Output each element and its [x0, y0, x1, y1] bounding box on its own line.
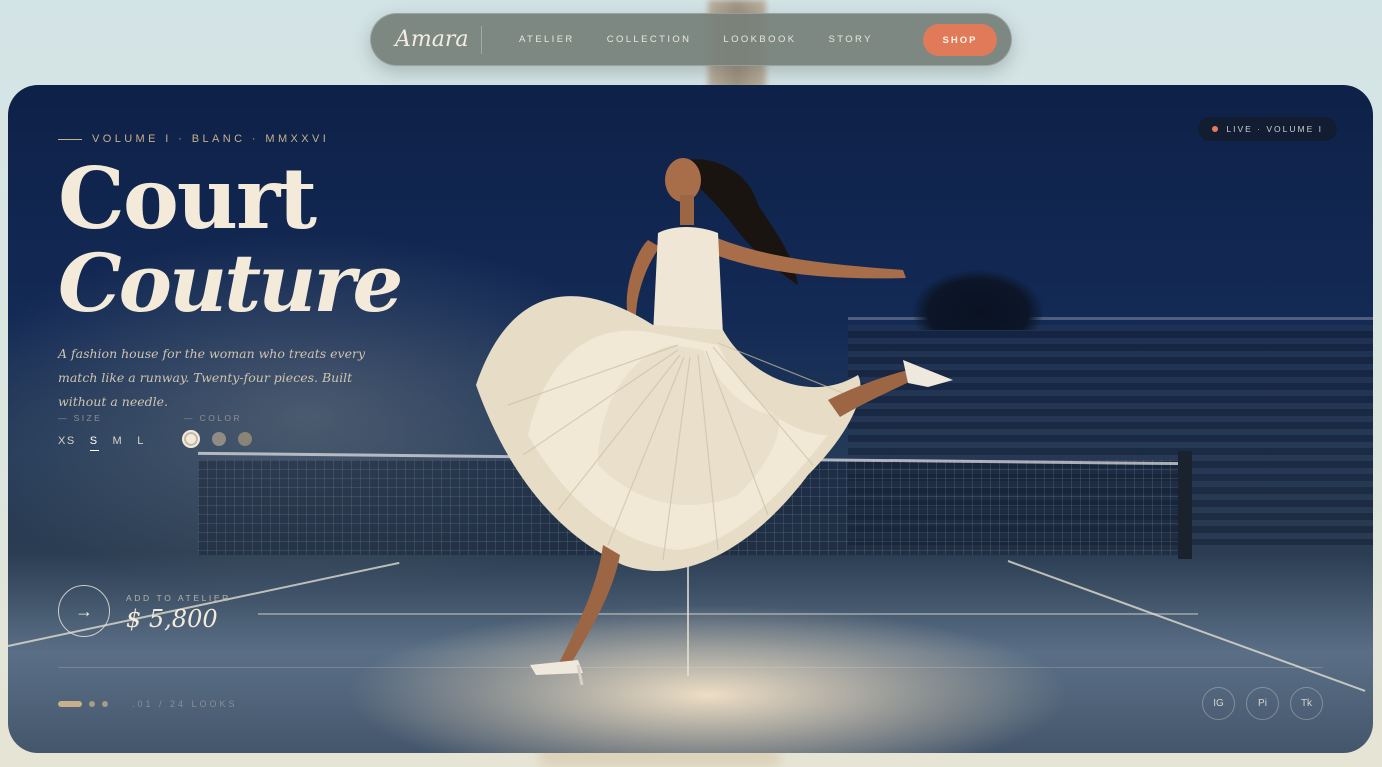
hero-tagline: A fashion house for the woman who treats… — [58, 346, 366, 409]
nav-link-story[interactable]: STORY — [828, 34, 872, 45]
hero-title-line1: Court — [58, 149, 317, 248]
brand-logo[interactable]: Amara — [395, 27, 481, 52]
size-option-l[interactable]: L — [137, 435, 145, 451]
nav-divider — [481, 25, 482, 54]
tiktok-link[interactable]: Tk — [1290, 687, 1323, 720]
pagination-dot[interactable] — [102, 701, 108, 707]
pagination-dot[interactable] — [89, 701, 95, 707]
color-selector — [182, 430, 264, 448]
arrow-right-icon: → — [75, 600, 93, 621]
size-option-m[interactable]: M — [113, 435, 124, 451]
top-nav: Amara ATELIER COLLECTION LOOKBOOK STORY … — [370, 13, 1012, 66]
hero-section: VOLUME I · BLANC · MMXXVI Court Couture … — [8, 85, 1373, 753]
live-indicator-dot — [1212, 126, 1219, 132]
social-links: IG Pi Tk — [1191, 687, 1323, 720]
size-option-xs[interactable]: XS — [58, 435, 76, 451]
eyebrow-rule — [58, 138, 82, 140]
live-badge-text: LIVE · VOLUME I — [1226, 124, 1323, 134]
add-to-atelier-button[interactable]: → — [58, 585, 110, 637]
tennis-net-post — [1178, 451, 1192, 559]
size-option-s[interactable]: S — [89, 435, 99, 451]
footer-divider — [58, 667, 1323, 668]
shop-button[interactable]: SHOP — [923, 24, 997, 56]
size-label: — SIZE — [58, 413, 103, 423]
nav-link-collection[interactable]: COLLECTION — [607, 34, 692, 45]
product-price: $ 5,800 — [126, 605, 218, 633]
live-badge: LIVE · VOLUME I — [1198, 117, 1337, 141]
dancer-illustration — [476, 158, 953, 685]
color-swatch-grey[interactable] — [212, 432, 226, 446]
color-label: — COLOR — [184, 413, 242, 423]
collection-eyebrow: VOLUME I · BLANC · MMXXVI — [58, 133, 329, 145]
trademark-mark: ™ — [391, 278, 399, 287]
instagram-link[interactable]: IG — [1202, 687, 1235, 720]
nav-link-atelier[interactable]: ATELIER — [519, 34, 575, 45]
court-line — [1007, 560, 1366, 692]
slide-pagination — [58, 701, 115, 707]
pagination-dot-active[interactable] — [58, 701, 82, 707]
add-to-atelier-label: ADD TO ATELIER — [126, 593, 231, 603]
size-selector: XS S M L — [58, 435, 159, 451]
color-swatch-taupe[interactable] — [238, 432, 252, 446]
nav-link-lookbook[interactable]: LOOKBOOK — [723, 34, 796, 45]
nav-links: ATELIER COLLECTION LOOKBOOK STORY — [519, 34, 905, 45]
color-swatch-cream[interactable] — [182, 430, 200, 448]
pinterest-link[interactable]: Pi — [1246, 687, 1279, 720]
eyebrow-text: VOLUME I · BLANC · MMXXVI — [92, 133, 330, 145]
hero-title-line2: Couture — [58, 236, 403, 330]
looks-counter: .01 / 24 LOOKS — [132, 699, 238, 709]
